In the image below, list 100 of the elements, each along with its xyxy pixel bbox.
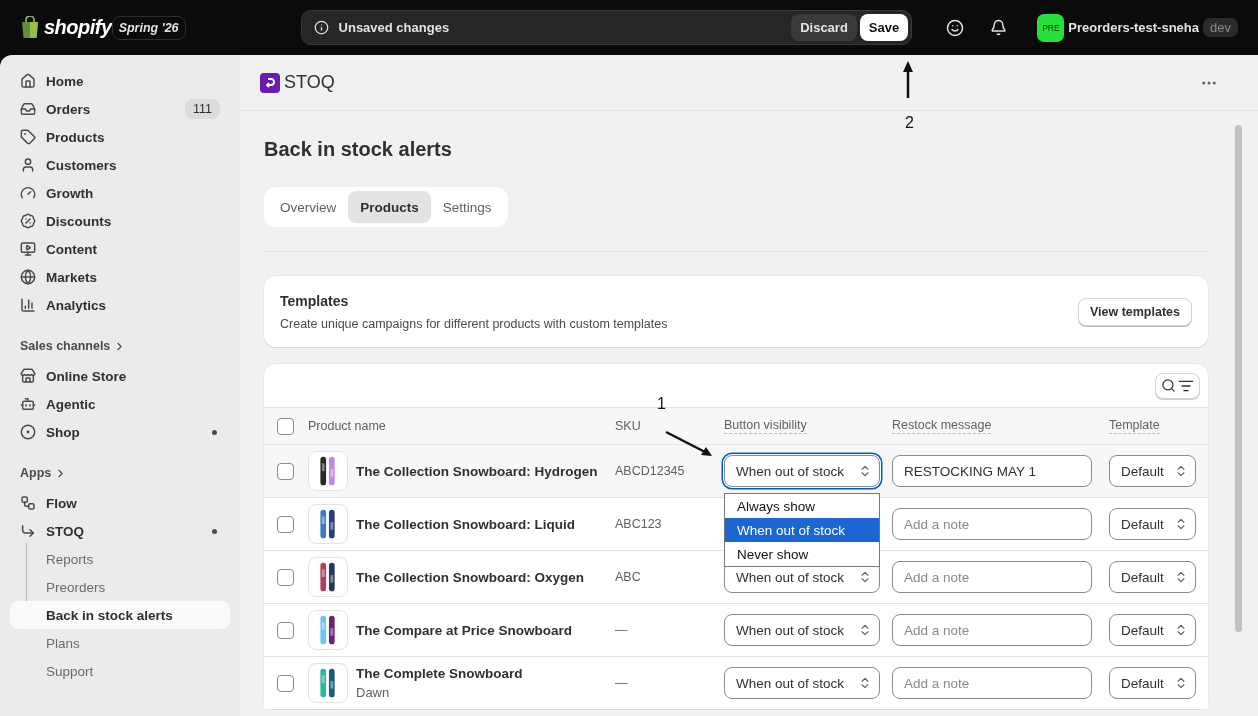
section-heading[interactable]: Sales channels [10, 333, 230, 359]
search-icon [1161, 378, 1176, 393]
row-checkbox[interactable] [277, 568, 294, 586]
nav-item[interactable]: Content [10, 235, 230, 263]
sku-cell-text: ABCD12345 [615, 464, 686, 478]
search-filter-button[interactable] [1155, 372, 1200, 399]
card-title: Templates [280, 293, 350, 309]
logo-wordmark: shopify [44, 16, 112, 39]
nav-item[interactable]: Orders 111 [10, 95, 230, 123]
save-button[interactable]: Save [859, 14, 909, 41]
product-name: The Complete Snowboard [356, 666, 523, 681]
environment-badge: dev [1203, 18, 1238, 37]
product-name: The Collection Snowboard: Hydrogen [356, 463, 598, 479]
nav-item[interactable]: Customers [10, 151, 230, 179]
template-select[interactable]: Default [1109, 455, 1196, 487]
face-icon[interactable] [946, 18, 965, 37]
section-heading[interactable]: Apps [10, 460, 230, 486]
annotation-label: 2 [905, 114, 914, 132]
column-header: Product name [308, 418, 386, 434]
nav-icon [20, 368, 36, 384]
nav-icon [20, 523, 36, 539]
template-select[interactable]: Default [1109, 561, 1196, 593]
product-name: The Collection Snowboard: Liquid [356, 516, 575, 532]
annotation-arrow [665, 431, 713, 457]
nav-icon [20, 185, 36, 201]
nav-item[interactable]: Markets [10, 263, 230, 291]
sku-cell-text: — [615, 623, 629, 637]
row-checkbox[interactable] [277, 621, 294, 639]
product-name: The Collection Snowboard: Oxygen [356, 569, 585, 585]
column-header: SKU [615, 418, 641, 434]
annotation-label: 1 [657, 395, 666, 413]
sku-cell-text: ABC123 [615, 517, 663, 531]
nav-icon [20, 297, 36, 313]
restock-message-field[interactable]: Add a note [892, 667, 1092, 699]
tab[interactable]: Settings [430, 191, 504, 223]
shopping-bag-icon [20, 16, 40, 39]
annotation-arrow [902, 61, 914, 99]
nav-item[interactable]: Home [10, 67, 230, 95]
nav-item[interactable]: STOQ [10, 517, 230, 545]
sku-cell-text: ABC [615, 570, 642, 584]
tab[interactable]: Overview [268, 191, 349, 223]
nav-icon [20, 424, 36, 440]
app-title: STOQ [284, 72, 335, 93]
select-all-checkbox[interactable] [277, 417, 294, 435]
nav-icon [20, 101, 36, 117]
page-title: Back in stock alerts [264, 137, 453, 161]
app-logo-icon [260, 72, 280, 93]
nav-icon [20, 396, 36, 412]
card-description: Create unique campaigns for different products with custom templates [280, 317, 669, 331]
nav-subitem[interactable]: Preorders [10, 573, 230, 601]
column-header: Button visibility [724, 418, 807, 434]
product-name: The Compare at Price Snowboard [356, 622, 573, 638]
visibility-select[interactable]: When out of stock [724, 667, 880, 699]
nav-item[interactable]: Growth [10, 179, 230, 207]
dropdown-option[interactable]: When out of stock [725, 518, 879, 542]
nav-item[interactable]: Agentic [10, 390, 230, 418]
nav-subitem[interactable]: Support [10, 657, 230, 685]
edition-badge: Spring '26 [111, 15, 186, 40]
nav-icon [20, 495, 36, 511]
nav-icon [20, 157, 36, 173]
nav-subitem[interactable]: Reports [10, 545, 230, 573]
restock-message-field[interactable]: RESTOCKING MAY 1 [892, 455, 1092, 487]
nav-item[interactable]: Products [10, 123, 230, 151]
nav-subitem[interactable]: Back in stock alerts [10, 601, 230, 629]
restock-message-field[interactable]: Add a note [892, 614, 1092, 646]
nav-icon [20, 213, 36, 229]
template-select[interactable]: Default [1109, 667, 1196, 699]
store-avatar[interactable]: PRE [1037, 13, 1065, 42]
nav-icon [20, 129, 36, 145]
nav-item[interactable]: Flow [10, 489, 230, 517]
nav-item[interactable]: Discounts [10, 207, 230, 235]
row-checkbox[interactable] [277, 674, 294, 692]
nav-icon [20, 73, 36, 89]
sku-cell-text: — [615, 676, 629, 690]
visibility-select[interactable]: When out of stock [724, 614, 880, 646]
alert-icon [313, 20, 329, 35]
discard-button[interactable]: Discard [791, 14, 857, 41]
nav-icon [20, 269, 36, 285]
store-name[interactable]: Preorders-test-sneha [1068, 20, 1200, 35]
restock-message-field[interactable]: Add a note [892, 508, 1092, 540]
visibility-select[interactable]: When out of stock [724, 455, 880, 487]
tab[interactable]: Products [348, 191, 431, 223]
row-checkbox[interactable] [277, 462, 294, 480]
nav-subitem[interactable]: Plans [10, 629, 230, 657]
template-select[interactable]: Default [1109, 614, 1196, 646]
unsaved-message: Unsaved changes [338, 20, 451, 35]
nav-item[interactable]: Analytics [10, 291, 230, 319]
nav-item[interactable]: Online Store [10, 362, 230, 390]
nav-icon [20, 241, 36, 257]
scrollbar-thumb[interactable] [1235, 125, 1242, 632]
notifications-icon[interactable] [990, 19, 1008, 36]
row-checkbox[interactable] [277, 515, 294, 533]
variant-name: Dawn [356, 685, 391, 700]
column-header: Restock message [892, 418, 992, 434]
count-badge: 111 [185, 99, 220, 119]
view-templates-button[interactable]: View templates [1077, 298, 1192, 326]
column-header: Template [1109, 418, 1160, 434]
restock-message-field[interactable]: Add a note [892, 561, 1092, 593]
template-select[interactable]: Default [1109, 508, 1196, 540]
nav-item[interactable]: Shop [10, 418, 230, 446]
